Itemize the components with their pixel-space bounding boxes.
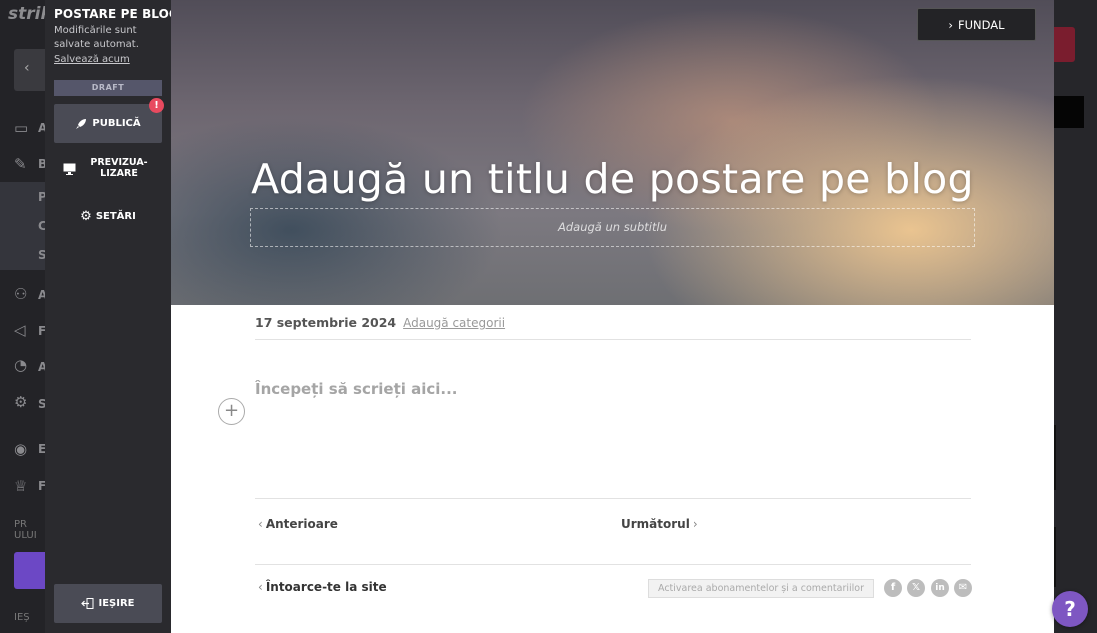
- background-small-text: PR: [14, 519, 27, 530]
- rocket-icon: [76, 118, 87, 129]
- background-small-text: IEȘ: [14, 612, 30, 623]
- background-right-area: [1054, 0, 1097, 633]
- background-black-box: [1054, 96, 1084, 128]
- divider: [255, 564, 971, 565]
- post-subtitle-input[interactable]: Adaugă un subtitlu: [250, 208, 975, 247]
- help-button[interactable]: ?: [1052, 591, 1088, 627]
- post-editor: › FUNDAL Adaugă un titlu de postare pe b…: [171, 0, 1054, 633]
- background-purple-button: [14, 552, 45, 589]
- panel-title: POSTARE PE BLOG: [54, 7, 179, 21]
- add-block-button[interactable]: +: [218, 398, 245, 425]
- gear-icon: ⚙: [80, 208, 92, 224]
- settings-icon: ⚙: [14, 393, 28, 411]
- monitor-icon: [63, 163, 76, 175]
- store-icon: ▭: [14, 119, 29, 137]
- preview-label-line2: LIZARE: [100, 168, 138, 179]
- pen-icon: ✎: [14, 155, 27, 173]
- editor-side-panel: POSTARE PE BLOG Modificările sunt salvat…: [45, 0, 179, 633]
- x-icon[interactable]: 𝕏: [907, 579, 925, 597]
- email-icon[interactable]: ✉: [954, 579, 972, 597]
- chevron-left-icon: ‹: [258, 580, 263, 594]
- back-to-site-link[interactable]: ‹ Întoarce-te la site: [255, 580, 387, 594]
- subscriptions-button[interactable]: Activarea abonamentelor și a comentariil…: [648, 579, 874, 598]
- settings-button[interactable]: ⚙ SETĂRI: [54, 206, 162, 226]
- publish-button[interactable]: PUBLICĂ: [54, 104, 162, 143]
- settings-label: SETĂRI: [95, 210, 136, 222]
- next-post-link[interactable]: Următorul ›: [621, 517, 701, 531]
- chevron-right-icon: ›: [948, 17, 954, 32]
- previous-post-link[interactable]: ‹ Anterioare: [255, 517, 338, 531]
- status-badge: DRAFT: [54, 80, 162, 96]
- previous-label: Anterioare: [265, 517, 338, 531]
- users-icon: ⚇: [14, 285, 28, 303]
- exit-icon: [81, 598, 94, 609]
- background-button[interactable]: › FUNDAL: [917, 8, 1036, 41]
- exit-label: IEȘIRE: [98, 598, 135, 609]
- trophy-icon: ♕: [14, 477, 28, 495]
- chart-icon: ◔: [14, 356, 28, 374]
- background-edge: [1054, 527, 1056, 587]
- background-button-label: FUNDAL: [958, 17, 1005, 32]
- chevron-left-icon: ‹: [258, 517, 263, 531]
- notification-badge: !: [149, 98, 164, 113]
- post-body-input[interactable]: Începeți să scrieți aici...: [255, 380, 458, 398]
- publish-label: PUBLICĂ: [92, 118, 141, 129]
- next-label: Următorul: [621, 517, 690, 531]
- preview-button[interactable]: PREVIZUA- LIZARE: [54, 153, 162, 189]
- autosave-text: Modificările sunt salvate automat.: [54, 25, 139, 50]
- save-now-link[interactable]: Salvează acum: [54, 54, 130, 65]
- facebook-icon[interactable]: f: [884, 579, 902, 597]
- post-date: 17 septembrie 2024: [255, 315, 397, 330]
- hero-banner: › FUNDAL Adaugă un titlu de postare pe b…: [171, 0, 1054, 305]
- background-small-text: ULUI: [14, 530, 37, 541]
- preview-label-line1: PREVIZUA-: [90, 157, 148, 168]
- chevron-right-icon: ›: [692, 517, 698, 531]
- back-to-site-label: Întoarce-te la site: [265, 580, 387, 594]
- post-title-input[interactable]: Adaugă un titlu de postare pe blog: [171, 155, 1054, 203]
- coin-icon: ◉: [14, 440, 28, 458]
- add-categories-link[interactable]: Adaugă categorii: [403, 316, 505, 330]
- megaphone-icon: ◁: [14, 321, 26, 339]
- exit-button[interactable]: IEȘIRE: [54, 584, 162, 623]
- chevron-left-icon: ‹: [24, 60, 30, 76]
- post-meta: 17 septembrie 2024 Adaugă categorii: [255, 315, 505, 330]
- background-edge: [1054, 425, 1056, 490]
- linkedin-icon[interactable]: in: [931, 579, 949, 597]
- divider: [255, 339, 971, 340]
- divider: [255, 498, 971, 499]
